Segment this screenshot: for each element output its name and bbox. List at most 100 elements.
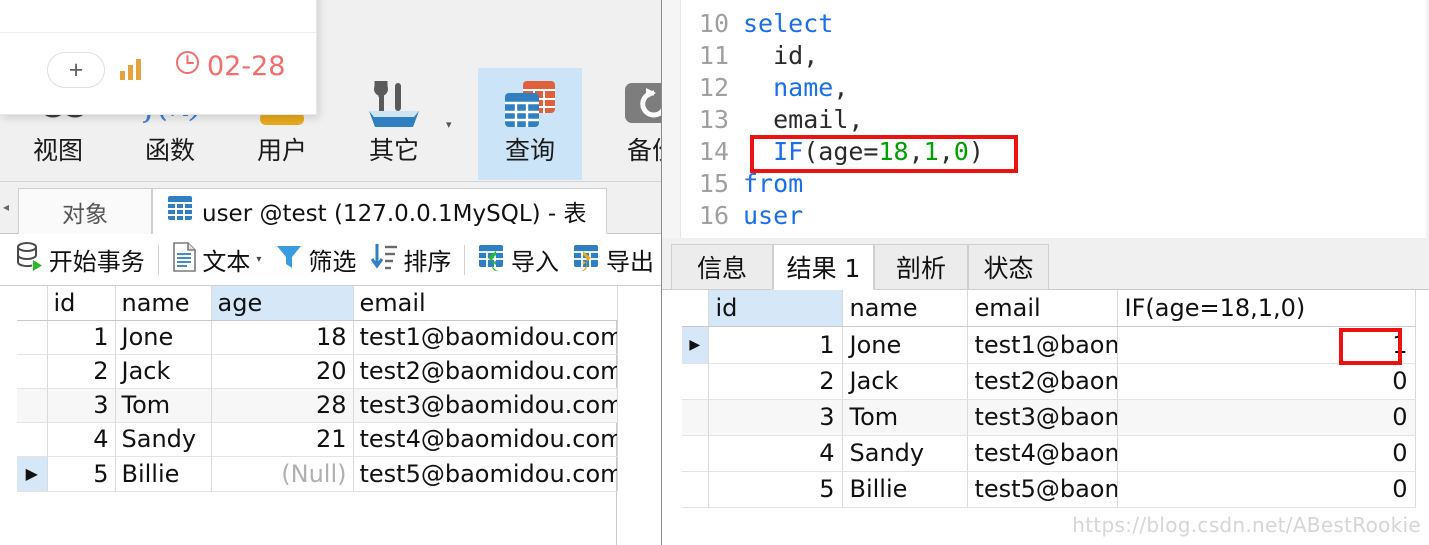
bar-chart-icon[interactable] <box>120 58 146 85</box>
result-row[interactable]: 4 Sandy test4@baom 0 <box>682 435 1416 472</box>
column-header-id[interactable]: id <box>47 286 116 321</box>
column-header-age[interactable]: age <box>211 286 354 321</box>
row-indicator[interactable] <box>17 388 48 423</box>
row-indicator[interactable] <box>17 422 48 457</box>
result-row[interactable]: 5 Billie test5@baom 0 <box>682 471 1416 508</box>
row-indicator[interactable]: ▶ <box>682 326 709 364</box>
add-button-label: + <box>68 55 84 84</box>
row-indicator[interactable] <box>682 399 709 436</box>
result-row[interactable]: ▶ 1 Jone test1@baom 1 <box>682 326 1416 364</box>
result-cell-name[interactable]: Jack <box>842 363 968 400</box>
sql-editor[interactable]: 10 select 11 id, 12 name, 13 email, 14 IF(age… <box>662 0 1429 238</box>
filter-button[interactable]: 筛选 <box>268 237 363 283</box>
sort-button[interactable]: 排序 <box>363 237 458 283</box>
tab-profile[interactable]: 剖析 <box>874 244 968 290</box>
tab-status[interactable]: 状态 <box>968 244 1049 290</box>
code-line[interactable]: 15 from <box>681 168 803 200</box>
cell-email[interactable]: test1@baomidou.com <box>353 320 618 355</box>
date-indicator[interactable]: 02-28 <box>175 50 285 82</box>
row-indicator[interactable] <box>682 435 709 472</box>
cell-email[interactable]: test2@baomidou.com <box>353 354 618 389</box>
result-cell-id[interactable]: 1 <box>708 326 843 364</box>
cell-id[interactable]: 5 <box>47 456 116 492</box>
result-column-header-if[interactable]: IF(age=18,1,0) <box>1117 290 1416 327</box>
cell-email[interactable]: test4@baomidou.com <box>353 422 618 457</box>
chevron-down-icon[interactable]: ▾ <box>256 254 261 265</box>
cell-age[interactable]: 21 <box>211 422 354 457</box>
result-cell-if[interactable]: 0 <box>1117 399 1416 436</box>
cell-id[interactable]: 3 <box>47 388 116 423</box>
result-cell-id[interactable]: 5 <box>708 471 843 508</box>
result-cell-name[interactable]: Jone <box>842 326 968 364</box>
result-data-grid[interactable]: id name email IF(age=18,1,0) ▶ 1 Jone test1… <box>662 290 1429 545</box>
result-cell-id[interactable]: 2 <box>708 363 843 400</box>
result-cell-if[interactable]: 0 <box>1117 471 1416 508</box>
result-cell-email[interactable]: test5@baom <box>967 471 1118 508</box>
cell-id[interactable]: 4 <box>47 422 116 457</box>
cell-age[interactable]: 18 <box>211 320 354 355</box>
tab-objects[interactable]: 对象 <box>18 188 152 234</box>
cell-name[interactable]: Jack <box>115 354 212 389</box>
column-header-email[interactable]: email <box>353 286 618 321</box>
code-line[interactable]: 14 IF(age=18,1,0) <box>681 136 984 168</box>
begin-transaction-button[interactable]: 开始事务 <box>9 237 152 283</box>
result-row[interactable]: 3 Tom test3@baom 0 <box>682 399 1416 436</box>
code-line[interactable]: 11 id, <box>681 40 818 72</box>
result-cell-if[interactable]: 0 <box>1117 363 1416 400</box>
row-indicator[interactable] <box>17 354 48 389</box>
cell-email[interactable]: test3@baomidou.com <box>353 388 618 423</box>
table-row[interactable]: 4 Sandy 21 test4@baomidou.com <box>17 422 618 457</box>
row-indicator[interactable]: ▶ <box>17 456 48 492</box>
cell-name[interactable]: Sandy <box>115 422 212 457</box>
result-cell-name[interactable]: Tom <box>842 399 968 436</box>
ribbon-item-backup[interactable]: 备份 <box>600 68 661 180</box>
result-cell-name[interactable]: Sandy <box>842 435 968 472</box>
cell-name[interactable]: Tom <box>115 388 212 423</box>
row-indicator[interactable] <box>17 320 48 355</box>
ribbon-item-other[interactable]: 其它 ▾ <box>342 68 452 180</box>
result-column-header-email[interactable]: email <box>967 290 1118 327</box>
code-line[interactable]: 10 select <box>681 8 833 40</box>
table-data-grid[interactable]: id name age email 1 Jone 18 test1@baomidou.… <box>0 286 661 545</box>
code-line[interactable]: 12 name, <box>681 72 849 104</box>
table-row[interactable]: 2 Jack 20 test2@baomidou.com <box>17 354 618 389</box>
result-cell-name[interactable]: Billie <box>842 471 968 508</box>
table-row[interactable]: 1 Jone 18 test1@baomidou.com <box>17 320 618 355</box>
cell-id[interactable]: 1 <box>47 320 116 355</box>
code-line[interactable]: 13 email, <box>681 104 864 136</box>
chevron-down-icon[interactable]: ▾ <box>446 118 452 131</box>
result-row[interactable]: 2 Jack test2@baom 0 <box>682 363 1416 400</box>
result-cell-id[interactable]: 3 <box>708 399 843 436</box>
result-column-header-name[interactable]: name <box>842 290 968 327</box>
row-indicator[interactable] <box>682 363 709 400</box>
result-cell-if[interactable]: 0 <box>1117 435 1416 472</box>
result-cell-email[interactable]: test1@baom <box>967 326 1118 364</box>
import-button[interactable]: 导入 <box>471 237 566 283</box>
cell-age[interactable]: (Null) <box>211 456 354 492</box>
cell-id[interactable]: 2 <box>47 354 116 389</box>
result-cell-id[interactable]: 4 <box>708 435 843 472</box>
row-indicator[interactable] <box>682 471 709 508</box>
result-cell-email[interactable]: test3@baom <box>967 399 1118 436</box>
add-button[interactable]: + <box>47 52 105 88</box>
tab-result-1[interactable]: 结果 1 <box>773 244 874 290</box>
tab-user-table[interactable]: user @test (127.0.0.1MySQL) - 表 <box>152 188 607 234</box>
column-header-name[interactable]: name <box>115 286 212 321</box>
tabstrip-scroll-icon[interactable]: ◂ <box>3 200 9 214</box>
code-line[interactable]: 16 user <box>681 200 803 232</box>
text-button[interactable]: 文本 ▾ <box>164 237 268 283</box>
cell-age[interactable]: 20 <box>211 354 354 389</box>
ribbon-item-query[interactable]: 查询 <box>478 68 582 180</box>
cell-name[interactable]: Jone <box>115 320 212 355</box>
cell-name[interactable]: Billie <box>115 456 212 492</box>
cell-age[interactable]: 28 <box>211 388 354 423</box>
result-column-header-id[interactable]: id <box>708 290 843 327</box>
result-cell-email[interactable]: test2@baom <box>967 363 1118 400</box>
export-button[interactable]: 导出 <box>566 237 661 283</box>
table-row[interactable]: 3 Tom 28 test3@baomidou.com <box>17 388 618 423</box>
result-cell-email[interactable]: test4@baom <box>967 435 1118 472</box>
table-row[interactable]: ▶ 5 Billie (Null) test5@baomidou.com <box>17 456 618 492</box>
result-cell-if[interactable]: 1 <box>1117 326 1416 364</box>
tab-info[interactable]: 信息 <box>671 244 773 290</box>
cell-email[interactable]: test5@baomidou.com <box>353 456 618 492</box>
